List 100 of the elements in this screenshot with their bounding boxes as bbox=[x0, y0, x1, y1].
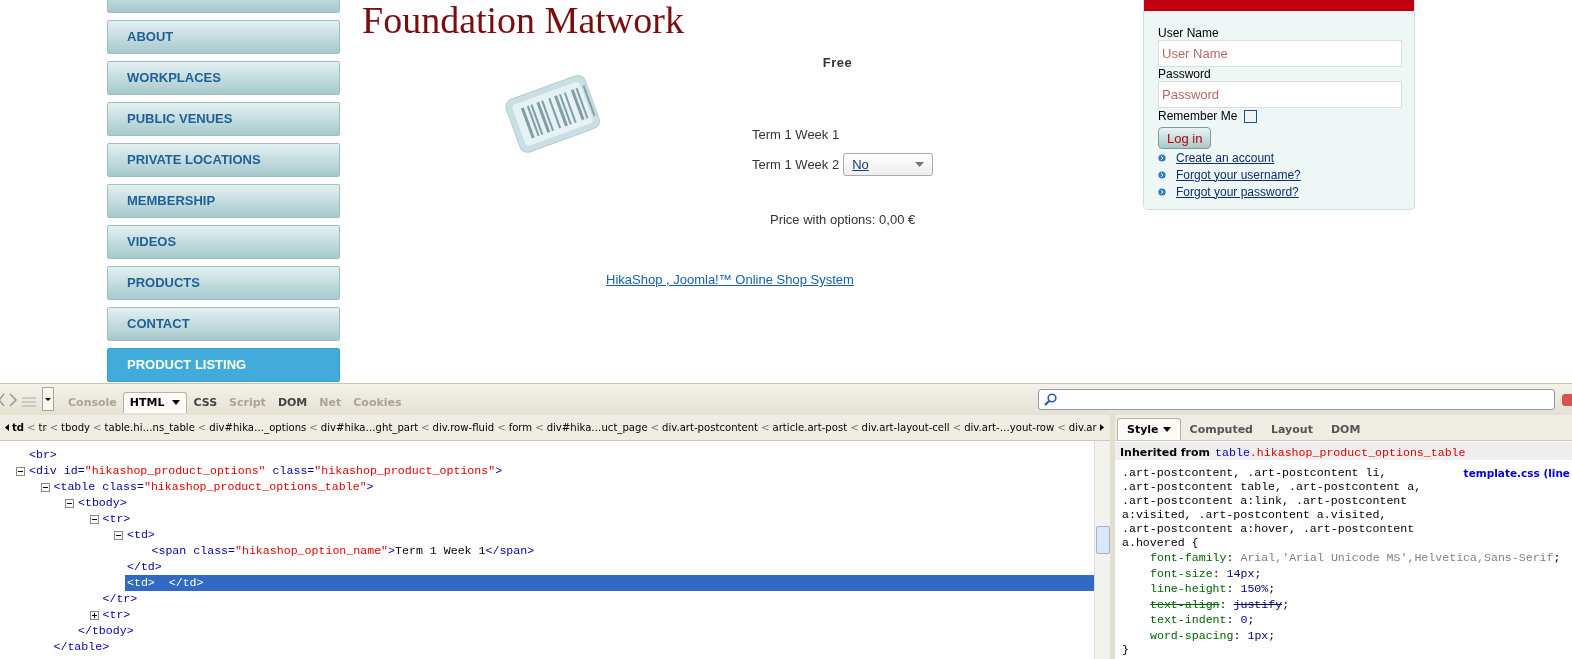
scrollbar-thumb[interactable] bbox=[1096, 526, 1110, 554]
breadcrumb-separator: < bbox=[650, 422, 660, 433]
caret-icon bbox=[172, 400, 181, 405]
breadcrumb[interactable]: div.row-fluid bbox=[432, 422, 495, 433]
breadcrumb[interactable]: div.art-…yout-row bbox=[964, 422, 1055, 433]
side-panel-tab[interactable]: Style bbox=[1117, 418, 1181, 440]
html-node[interactable]: </tbody> bbox=[76, 623, 1094, 639]
panel-tab[interactable]: HTML bbox=[122, 392, 188, 413]
breadcrumb-separator: < bbox=[761, 422, 770, 433]
breadcrumb[interactable]: div.ar bbox=[1068, 422, 1097, 433]
css-selector: a:visited, .art-postcontent a.visited, bbox=[1122, 508, 1387, 522]
breadcrumb-separator: < bbox=[850, 422, 859, 433]
source-link[interactable]: template.css (line bbox=[1463, 466, 1570, 480]
price-with-options: Price with options: 0,00 € bbox=[769, 212, 916, 227]
option-label: Term 1 Week 2 bbox=[752, 157, 840, 172]
collapse-icon[interactable] bbox=[114, 530, 123, 540]
css-selector: .art-postcontent table, .art-postcontent a, bbox=[1122, 480, 1422, 494]
scrollbar[interactable] bbox=[1094, 441, 1110, 659]
menu-item[interactable]: WORKPLACES bbox=[107, 61, 340, 95]
collapse-icon[interactable] bbox=[65, 498, 74, 508]
login-link[interactable]: Forgot your username? bbox=[1176, 167, 1301, 182]
expand-icon[interactable] bbox=[89, 610, 99, 620]
checkbox[interactable] bbox=[1244, 109, 1258, 123]
search-field[interactable] bbox=[1038, 389, 1555, 410]
collapse-icon[interactable] bbox=[40, 482, 50, 492]
breadcrumb-separator: < bbox=[952, 422, 962, 433]
page-title: Foundation Matwork bbox=[362, 0, 685, 40]
menu-item[interactable]: CONTACT bbox=[107, 307, 340, 341]
footer-link[interactable]: HikaShop , Joomla!™ Online Shop System bbox=[606, 272, 1143, 287]
css-selector: .art-postcontent, .art-postcontent li, bbox=[1122, 466, 1387, 480]
scroll-left-icon[interactable] bbox=[5, 424, 9, 431]
menu-item[interactable]: PRODUCTS bbox=[107, 266, 340, 300]
html-node[interactable]: <span class="hikashop_option_name">Term 1 Week 1</span> bbox=[149, 543, 1094, 559]
side-panel-tab[interactable]: DOM bbox=[1321, 419, 1370, 440]
css-selector: .art-postcontent a:link, .art-postcontent bbox=[1122, 494, 1408, 508]
input-field[interactable]: Password bbox=[1158, 81, 1402, 108]
remember-label: Remember Me bbox=[1158, 109, 1238, 123]
breadcrumb-separator: < bbox=[1057, 422, 1066, 433]
css-property[interactable]: line-height: 150%; bbox=[1122, 581, 1572, 597]
breadcrumb[interactable]: tr bbox=[38, 422, 47, 433]
html-node[interactable]: <td> </td> bbox=[125, 575, 1094, 591]
html-node[interactable]: <br> bbox=[27, 447, 1094, 463]
option-label: Term 1 Week 1 bbox=[752, 126, 840, 142]
html-node[interactable]: <tbody> bbox=[76, 495, 1094, 511]
collapse-icon[interactable] bbox=[89, 514, 99, 524]
breadcrumb-separator: < bbox=[497, 422, 506, 433]
breadcrumb[interactable]: form bbox=[508, 422, 533, 433]
panel-tab[interactable]: CSS bbox=[187, 393, 224, 413]
side-panel-tab[interactable]: Layout bbox=[1262, 419, 1322, 440]
html-node[interactable]: </td> bbox=[125, 559, 1094, 575]
css-selector: .art-postcontent a:hover, .art-postcontent bbox=[1122, 522, 1415, 536]
menu-item[interactable]: ABOUT bbox=[107, 20, 340, 54]
breadcrumb[interactable]: div.art-postcontent bbox=[662, 422, 759, 433]
menu-item[interactable]: PRIVATE LOCATIONS bbox=[107, 143, 340, 177]
css-selector: a.hovered { bbox=[1122, 536, 1199, 550]
dropdown-button[interactable] bbox=[42, 387, 54, 411]
breadcrumb[interactable]: td bbox=[12, 422, 25, 433]
input-field[interactable]: User Name bbox=[1158, 40, 1402, 67]
css-property[interactable]: word-spacing: 1px; bbox=[1122, 627, 1572, 643]
scroll-right-icon[interactable] bbox=[1099, 424, 1104, 431]
breadcrumb[interactable]: table.hi…ns_table bbox=[104, 422, 195, 433]
menu-item[interactable]: VIDEOS bbox=[107, 225, 340, 259]
breadcrumb-separator: < bbox=[49, 422, 59, 433]
inherited-label: Inherited from bbox=[1120, 445, 1211, 459]
html-node[interactable]: <div id="hikashop_product_options" class="hikashop_product_options"> bbox=[27, 463, 1094, 479]
breadcrumb-separator: < bbox=[535, 422, 544, 433]
breadcrumb-separator: < bbox=[309, 422, 318, 433]
login-link[interactable]: Forgot your password? bbox=[1176, 184, 1299, 199]
breadcrumb[interactable]: div#hika…ght_part bbox=[320, 422, 419, 433]
css-property[interactable]: text-indent: 0; bbox=[1122, 612, 1572, 628]
breadcrumb[interactable]: tbody bbox=[61, 422, 91, 433]
html-node[interactable]: </table> bbox=[51, 639, 1094, 655]
menu-item[interactable]: PUBLIC VENUES bbox=[107, 102, 340, 136]
collapse-icon[interactable] bbox=[16, 466, 25, 476]
login-link[interactable]: Create an account bbox=[1176, 150, 1275, 165]
bullet-icon bbox=[1158, 187, 1166, 196]
css-brace: } bbox=[1122, 643, 1130, 656]
field-label: Password bbox=[1158, 67, 1212, 81]
panel-tab[interactable]: DOM bbox=[271, 393, 314, 413]
html-node[interactable]: <tr> bbox=[100, 607, 1094, 623]
breadcrumb[interactable]: div#hika…uct_page bbox=[546, 422, 648, 433]
breadcrumb[interactable]: div.art-layout-cell bbox=[861, 422, 950, 433]
html-node[interactable]: </tr> bbox=[100, 591, 1094, 607]
css-property[interactable]: font-family: Arial,'Arial Unicode MS',Helvetica,Sans-Serif; bbox=[1122, 550, 1572, 566]
breadcrumb[interactable]: div#hika…_options bbox=[209, 422, 307, 433]
price-text: Free bbox=[822, 55, 853, 70]
login-button[interactable]: Log in bbox=[1158, 127, 1212, 149]
breadcrumb[interactable]: article.art-post bbox=[772, 422, 848, 433]
html-node[interactable]: <table class="hikashop_product_options_table"> bbox=[51, 479, 1094, 495]
breadcrumb-separator: < bbox=[27, 422, 36, 433]
inherited-selector[interactable]: table.hikashop_product_options_table bbox=[1215, 445, 1466, 459]
option-select[interactable]: No bbox=[843, 153, 934, 176]
search-icon bbox=[1044, 393, 1057, 406]
css-property[interactable]: font-size: 14px; bbox=[1122, 565, 1572, 581]
side-panel-tab[interactable]: Computed bbox=[1180, 419, 1262, 440]
css-property[interactable]: text-align: justify; bbox=[1122, 596, 1572, 612]
menu-item[interactable]: MEMBERSHIP bbox=[107, 184, 340, 218]
html-node[interactable]: <td> bbox=[125, 527, 1094, 543]
html-node[interactable]: <tr> bbox=[100, 511, 1094, 527]
caret-icon bbox=[915, 162, 925, 167]
